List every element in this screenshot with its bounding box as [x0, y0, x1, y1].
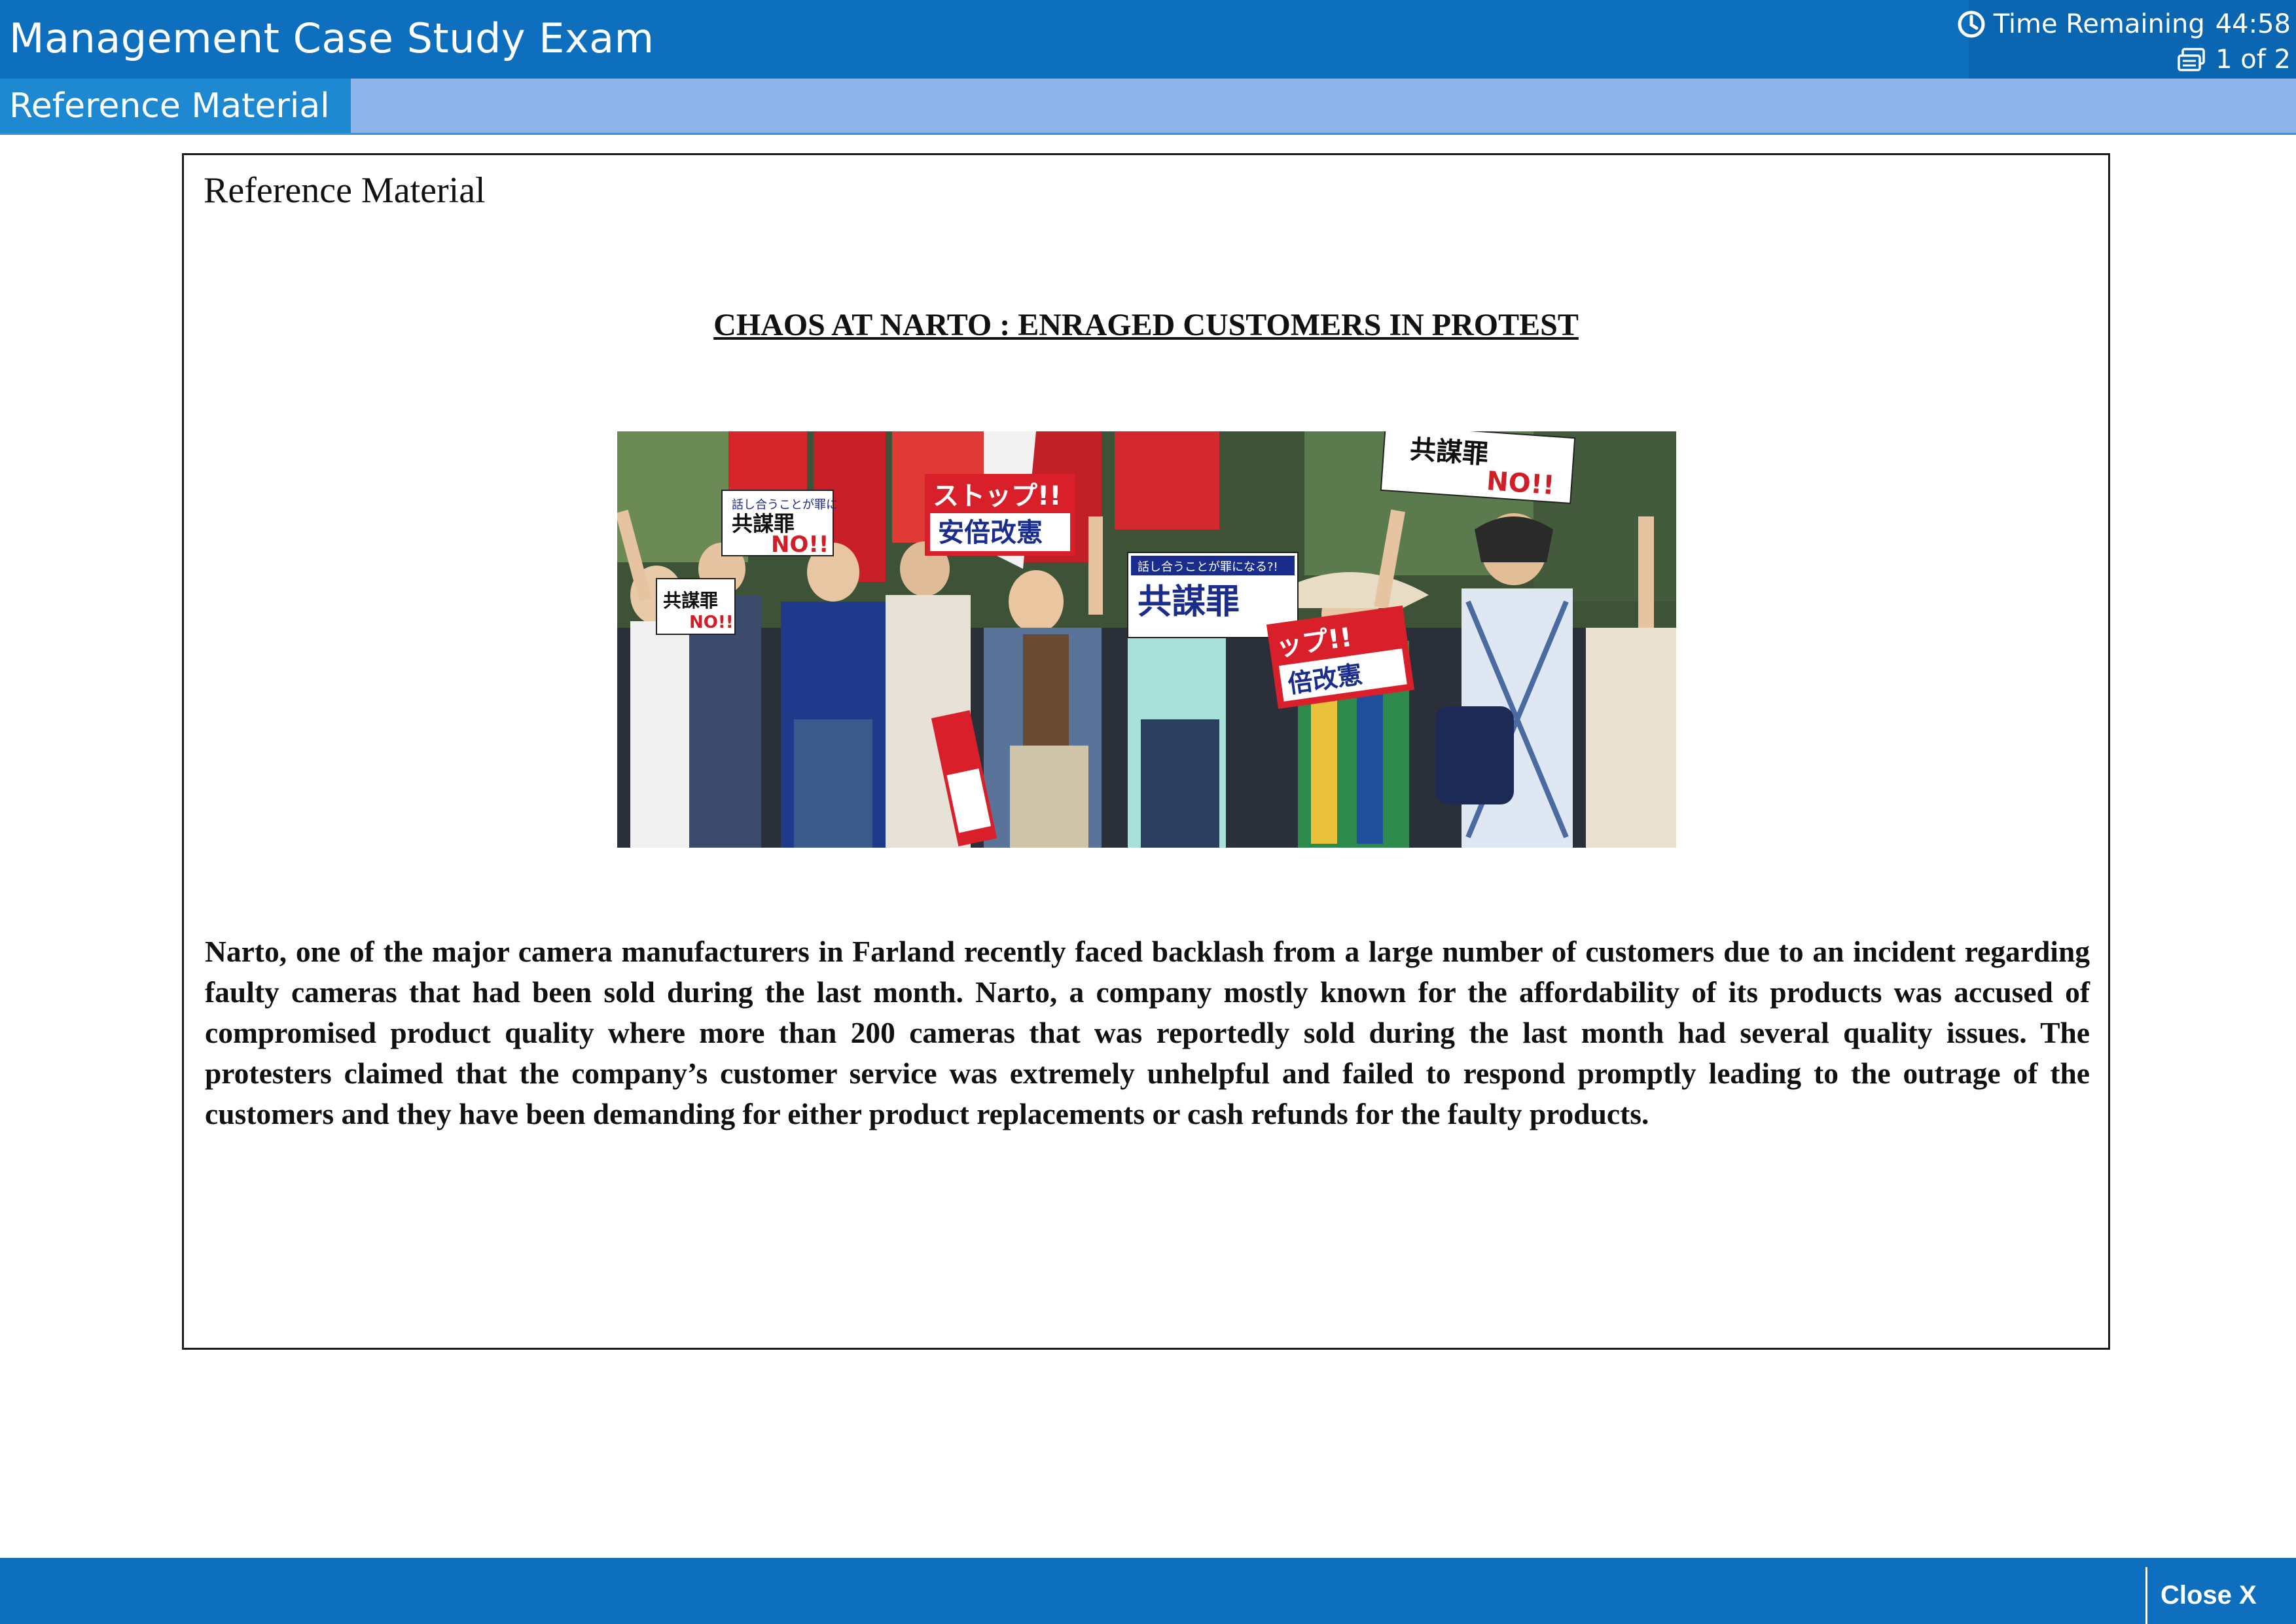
page-indicator-label: 1 of 2 [2215, 45, 2291, 75]
svg-text:話し合うことが罪になる?!: 話し合うことが罪になる?! [1138, 560, 1278, 574]
svg-text:話し合うことが罪に: 話し合うことが罪に [732, 498, 838, 512]
exam-title: Management Case Study Exam [9, 14, 655, 62]
time-remaining: Time Remaining 44:58 [1957, 8, 2291, 41]
tab-reference-material[interactable]: Reference Material [0, 79, 351, 133]
close-button[interactable]: Close X [2145, 1567, 2296, 1624]
svg-text:NO!!: NO!! [1486, 466, 1556, 501]
svg-text:NO!!: NO!! [771, 532, 829, 558]
protest-sign-3: 共謀罪 NO!! [656, 578, 736, 635]
svg-text:安倍改憲: 安倍改憲 [938, 518, 1043, 548]
svg-text:ストップ!!: ストップ!! [933, 481, 1061, 511]
time-remaining-value: 44:58 [2215, 9, 2291, 39]
protest-photo: 話し合うことが罪に 共謀罪 NO!! ストップ!! 安倍改憲 共謀罪 NO!! … [617, 431, 1676, 848]
subheader-bar: Reference Material [0, 79, 2296, 135]
article-title: CHAOS AT NARTO : ENRAGED CUSTOMERS IN PR… [713, 308, 1579, 342]
reference-panel: Reference Material CHAOS AT NARTO : ENRA… [182, 153, 2110, 1350]
svg-text:共謀罪: 共謀罪 [663, 590, 718, 611]
page-indicator: 1 of 2 [2176, 43, 2291, 76]
protest-sign-1: 話し合うことが罪に 共謀罪 NO!! [721, 490, 838, 558]
svg-text:共謀罪: 共謀罪 [1138, 583, 1240, 622]
protest-photo-illustration: 話し合うことが罪に 共謀罪 NO!! ストップ!! 安倍改憲 共謀罪 NO!! … [617, 431, 1676, 848]
svg-text:共謀罪: 共謀罪 [1409, 435, 1490, 470]
status-panel: Time Remaining 44:58 1 of 2 [1958, 0, 2296, 81]
clock-icon [1958, 10, 1985, 38]
protest-sign-2: ストップ!! 安倍改憲 [925, 474, 1075, 556]
header-bar: Management Case Study Exam Time Remainin… [0, 0, 2296, 81]
protest-sign-6: 共謀罪 NO!! [1380, 431, 1576, 505]
svg-text:NO!!: NO!! [689, 613, 734, 632]
reference-heading: Reference Material [204, 170, 486, 211]
time-remaining-label: Time Remaining [1993, 9, 2205, 39]
footer-bar: Close X [0, 1558, 2296, 1624]
article-body: Narto, one of the major camera manufactu… [205, 935, 2090, 1130]
pages-icon [2178, 48, 2205, 71]
